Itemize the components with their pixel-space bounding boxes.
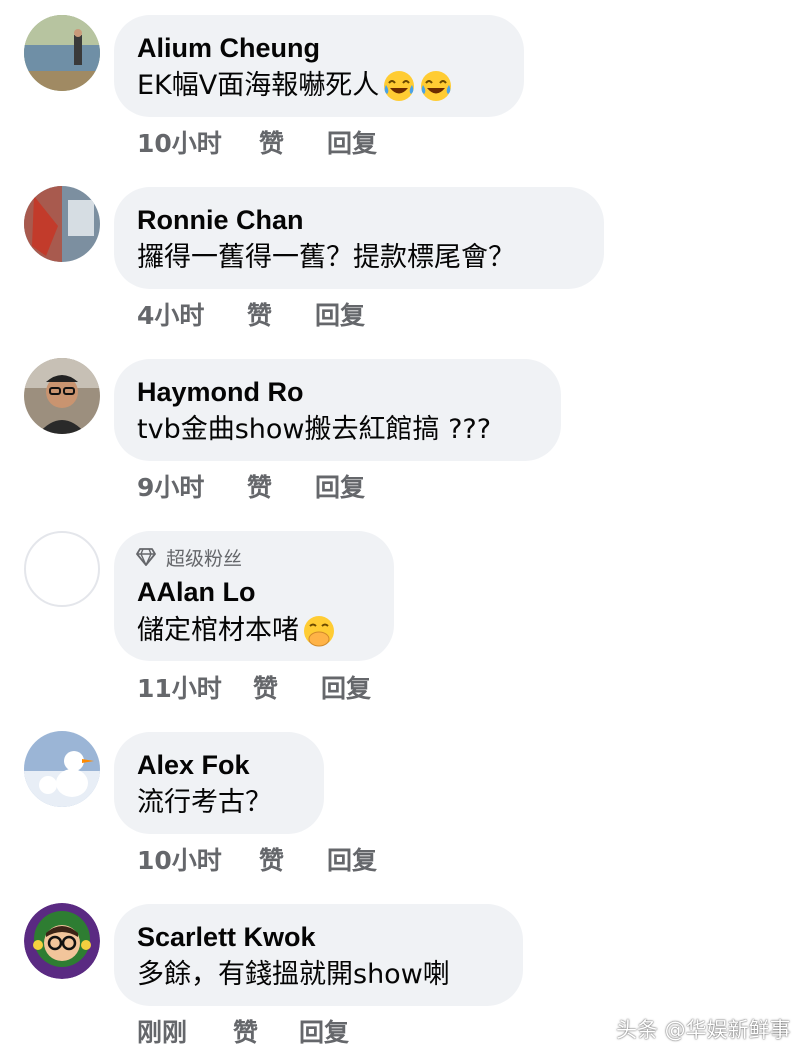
comment-author[interactable]: Scarlett Kwok	[137, 921, 316, 953]
reply-button[interactable]: 回复	[299, 1017, 349, 1049]
avatar[interactable]	[24, 903, 100, 979]
comment-text-content: 多餘，有錢搵就開show喇	[137, 959, 450, 990]
comment-time[interactable]: 刚刚	[137, 1017, 187, 1049]
watermark: 头条 @华娱新鲜事	[616, 1018, 791, 1042]
comment-item: Scarlett Kwok 多餘，有錢搵就開show喇 刚刚 赞 回复	[0, 0, 800, 1056]
comment-bubble: Scarlett Kwok 多餘，有錢搵就開show喇	[114, 904, 523, 1006]
comment-text: 多餘，有錢搵就開show喇	[137, 957, 450, 993]
like-button[interactable]: 赞	[233, 1017, 258, 1049]
